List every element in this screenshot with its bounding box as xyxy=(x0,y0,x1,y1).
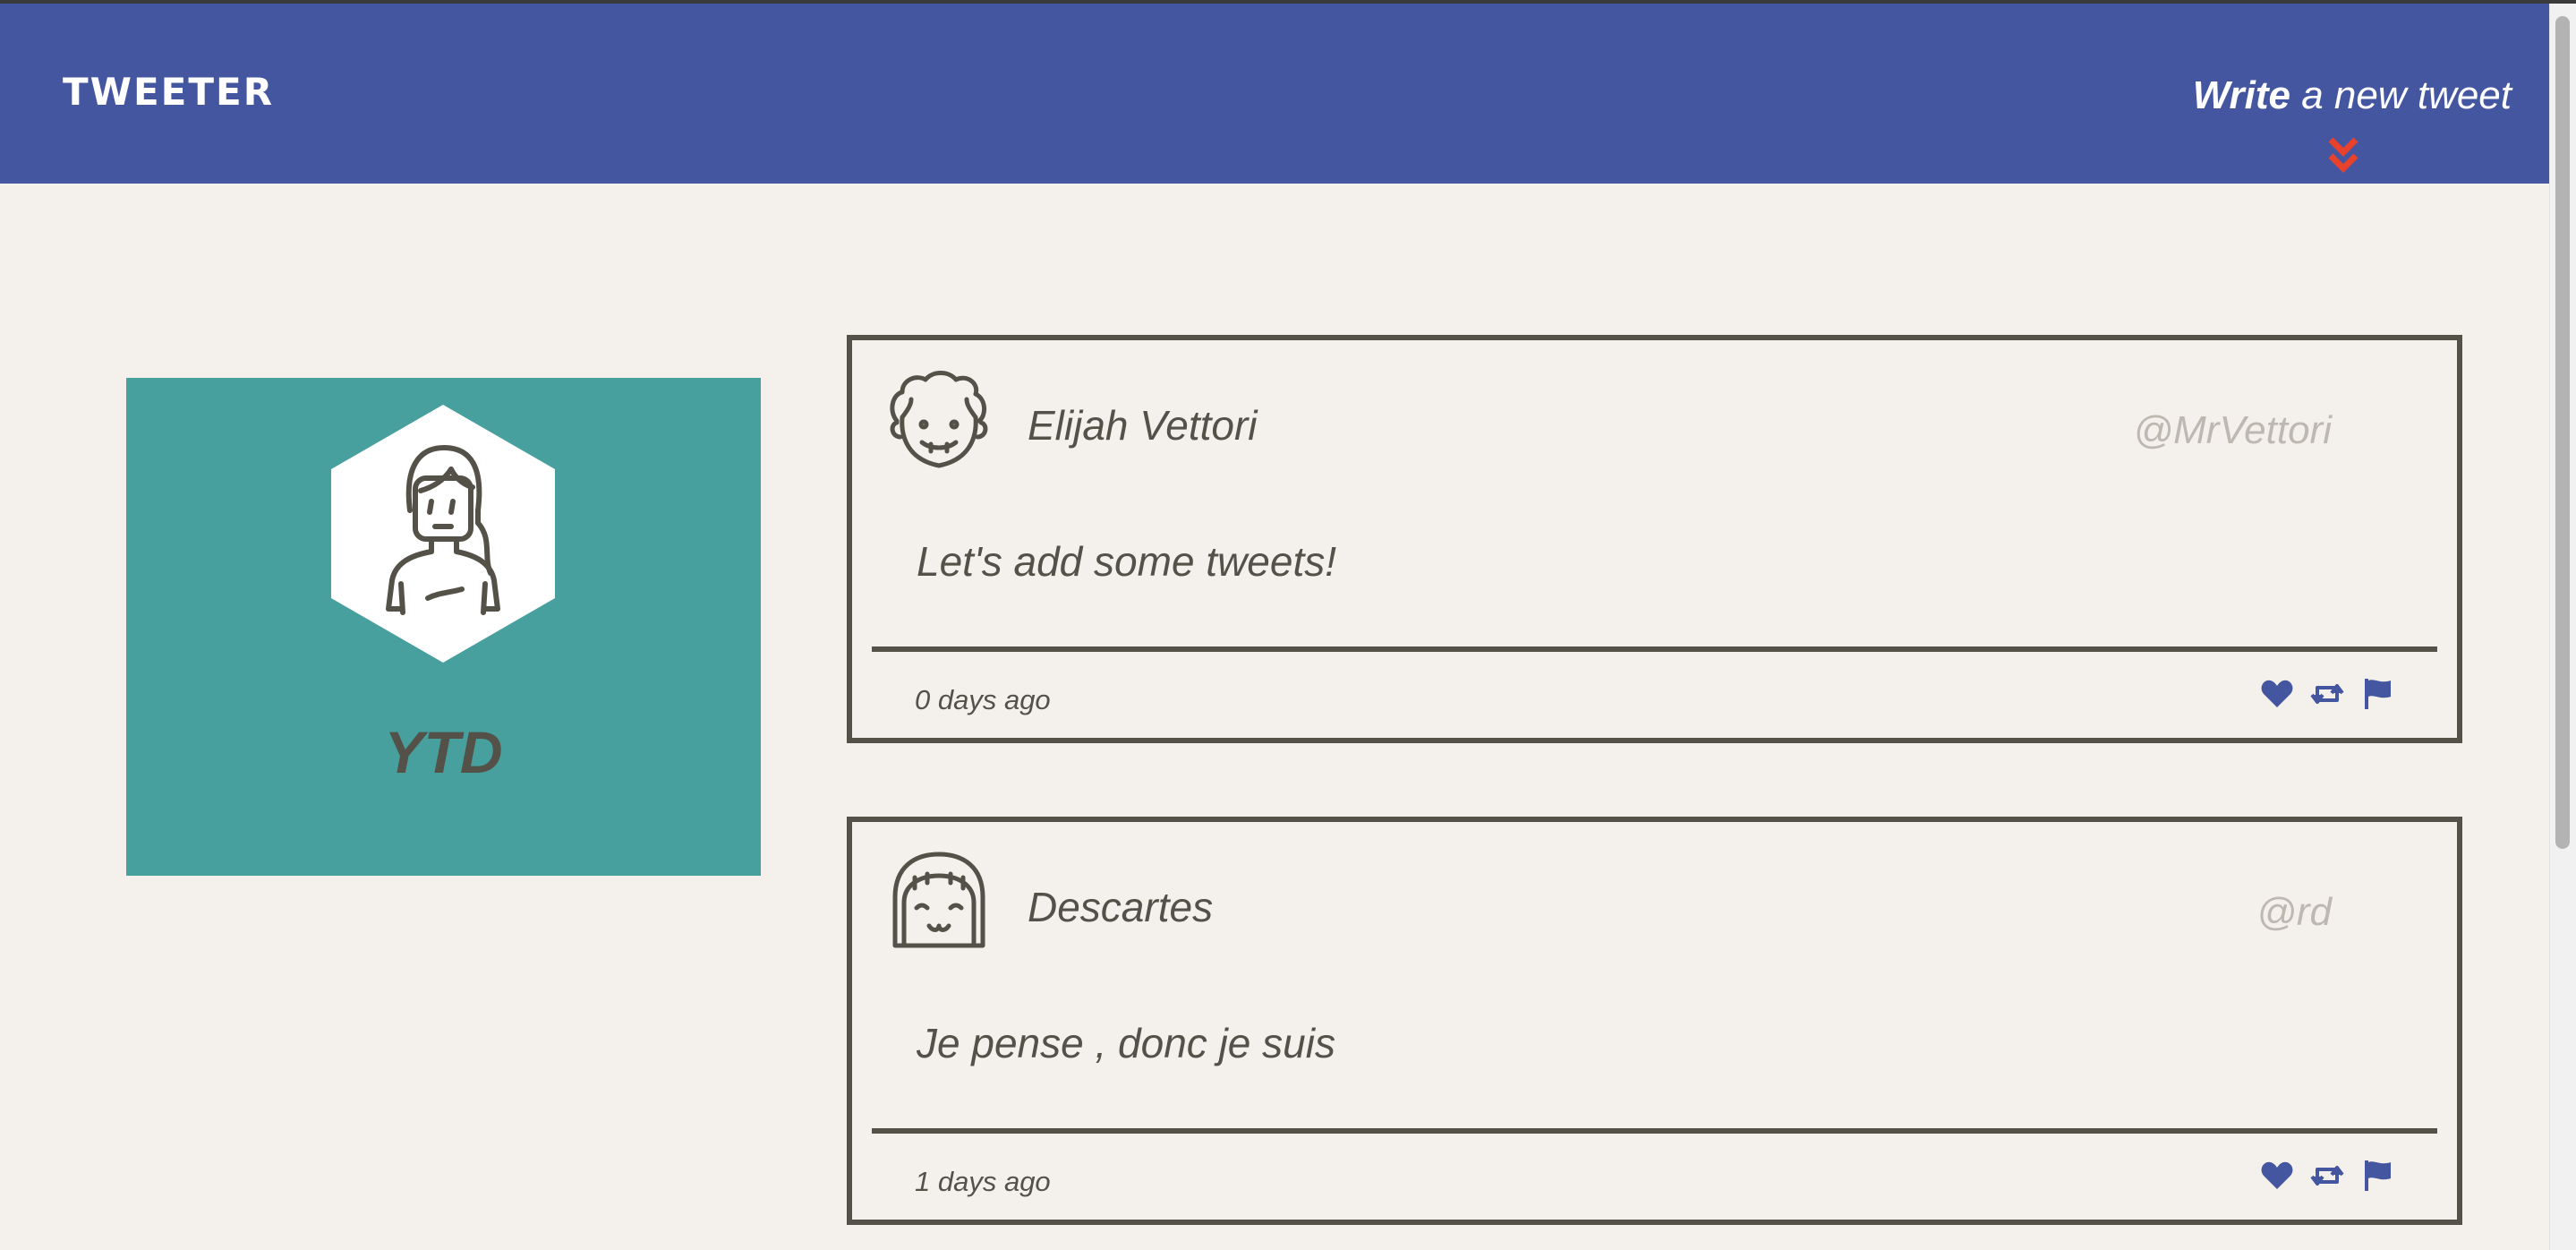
flag-icon[interactable] xyxy=(2360,677,2394,711)
retweet-icon[interactable] xyxy=(2310,1159,2344,1193)
woman-avatar-icon xyxy=(331,405,555,663)
scrollbar-thumb[interactable] xyxy=(2555,16,2570,849)
page-scrollbar[interactable] xyxy=(2549,4,2576,1250)
tweet-timestamp: 0 days ago xyxy=(915,684,1051,715)
tweet-author-handle[interactable]: @rd xyxy=(2256,890,2332,935)
tweet-card: Elijah Vettori @MrVettori Let's add some… xyxy=(847,335,2462,743)
tweet-timestamp: 1 days ago xyxy=(915,1166,1051,1197)
double-chevron-down-icon[interactable] xyxy=(2325,136,2361,176)
navbar: TWEETER Write a new tweet xyxy=(0,4,2549,184)
tweet-author-name: Descartes xyxy=(1028,884,1214,930)
compose-label-rest: a new tweet xyxy=(2290,73,2512,117)
tweet-content: Let's add some tweets! xyxy=(917,538,1337,585)
tweet-card: Descartes @rd Je pense , donc je suis 1 … xyxy=(847,817,2462,1225)
tweet-actions xyxy=(2260,1159,2394,1193)
brand-logo[interactable]: TWEETER xyxy=(63,70,274,114)
heart-icon[interactable] xyxy=(2260,1159,2294,1193)
tweet-content: Je pense , donc je suis xyxy=(917,1020,1335,1066)
tweet-divider xyxy=(872,1128,2437,1134)
compose-label-bold: Write xyxy=(2192,73,2290,117)
profile-card: YTD xyxy=(126,378,761,876)
heart-icon[interactable] xyxy=(2260,677,2294,711)
curly-hair-man-avatar-icon xyxy=(884,367,994,476)
flag-icon[interactable] xyxy=(2360,1159,2394,1193)
retweet-icon[interactable] xyxy=(2310,677,2344,711)
bob-hair-girl-avatar-icon xyxy=(884,849,994,958)
tweet-author-name: Elijah Vettori xyxy=(1028,402,1258,449)
tweet-divider xyxy=(872,646,2437,652)
tweet-actions xyxy=(2260,677,2394,711)
write-new-tweet-button[interactable]: Write a new tweet xyxy=(2193,73,2512,118)
profile-name: YTD xyxy=(384,719,503,785)
tweet-author-handle[interactable]: @MrVettori xyxy=(2133,408,2332,453)
